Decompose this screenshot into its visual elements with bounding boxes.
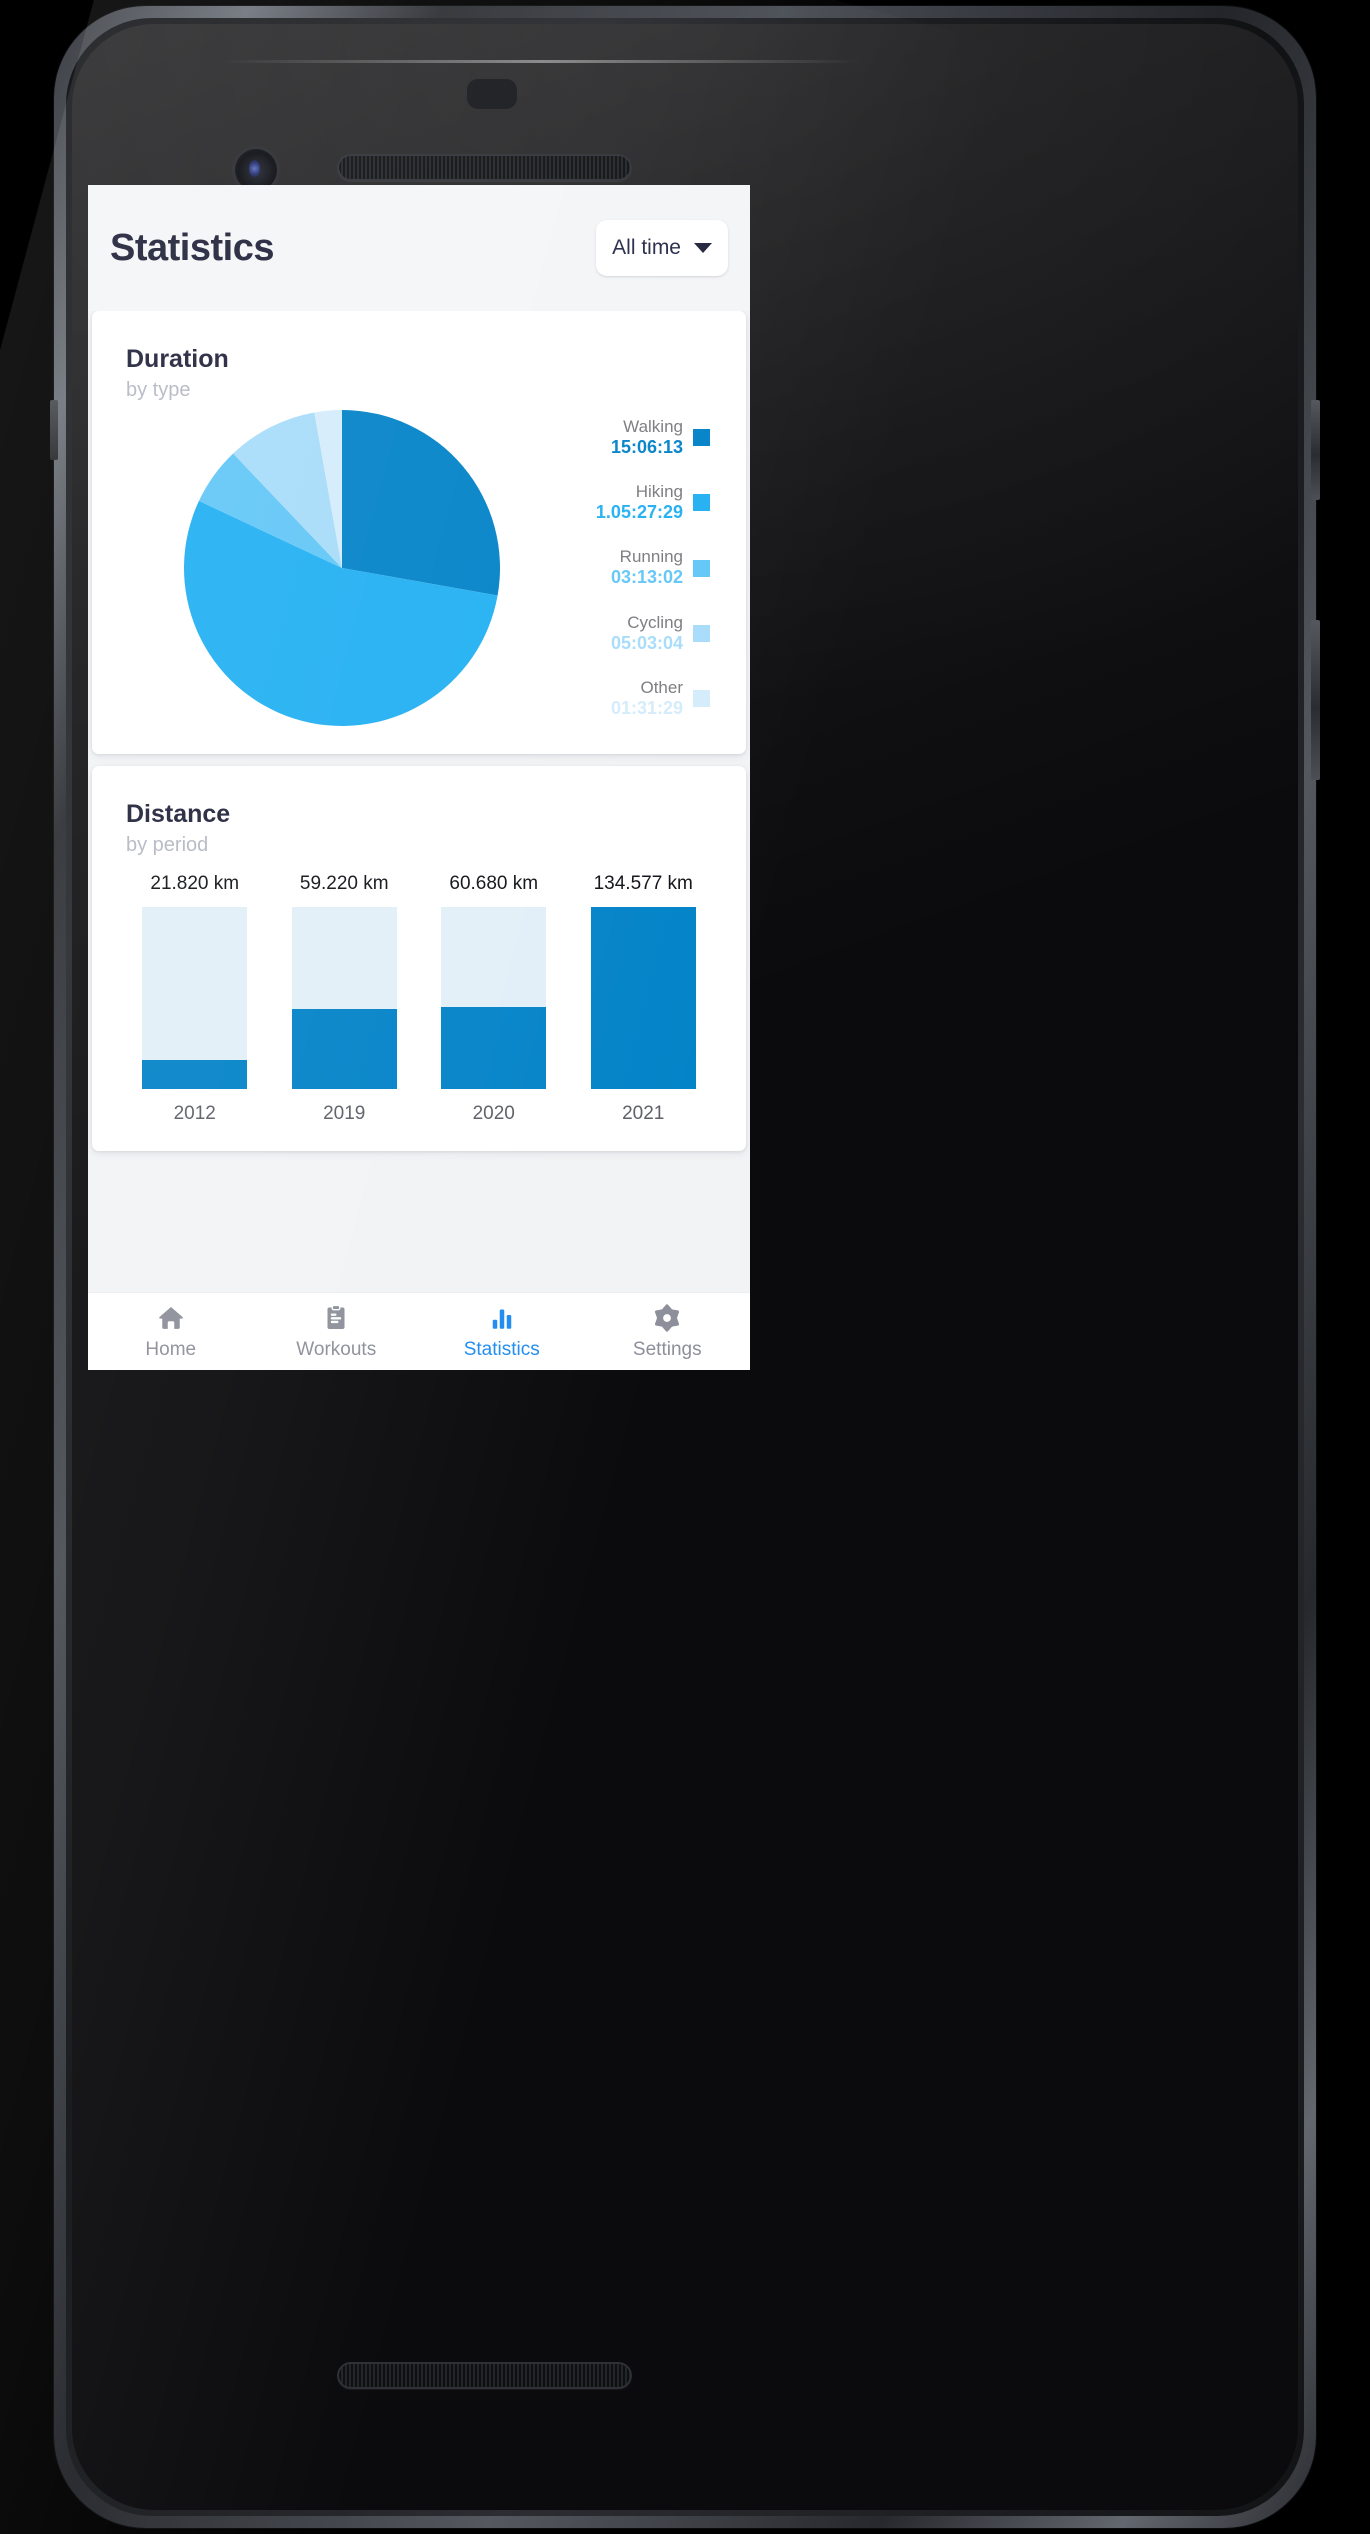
distance-bar-chart: 21.820 km 2012 59.220 km 2019 60.680 km 2020 1… xyxy=(126,873,712,1125)
legend-item-value: 05:03:04 xyxy=(610,632,683,653)
legend-color-swatch xyxy=(693,494,710,512)
bar-value-label: 134.577 km xyxy=(593,873,693,894)
duration-chart-body: Walking 15:06:13 Hiking 1.05:27:29 Running 03… xyxy=(126,408,712,728)
legend-item-label: Running xyxy=(619,547,683,567)
legend-item-text: Cycling 05:03:04 xyxy=(611,613,683,654)
period-filter-value: All time xyxy=(612,236,681,259)
distance-card-title: Distance xyxy=(126,800,231,828)
power-button[interactable] xyxy=(1311,400,1320,500)
bar-fill xyxy=(590,907,696,1089)
gear-icon xyxy=(655,1303,680,1332)
bar-column[interactable]: 21.820 km 2012 xyxy=(126,873,264,1125)
legend-item[interactable]: Cycling 05:03:04 xyxy=(557,613,710,654)
app-root: Statistics All time Duration by type Wal… xyxy=(88,185,750,1370)
phone-screen: Statistics All time Duration by type Wal… xyxy=(88,185,750,1370)
bar-category-label: 2019 xyxy=(323,1103,366,1124)
distance-card-subtitle: by period xyxy=(126,834,209,856)
legend-color-swatch xyxy=(693,690,710,708)
volume-button[interactable] xyxy=(1311,620,1320,780)
bar-track xyxy=(441,907,547,1089)
legend-item-label: Hiking xyxy=(635,482,683,502)
bar-value-label: 60.680 km xyxy=(449,873,539,894)
bar-category-label: 2020 xyxy=(472,1103,515,1124)
home-icon xyxy=(158,1306,183,1329)
legend-item[interactable]: Other 01:31:29 xyxy=(557,678,710,719)
duration-card-title: Duration xyxy=(126,345,229,373)
bar-track xyxy=(590,907,696,1089)
bezel-top-line xyxy=(222,60,862,63)
legend-item[interactable]: Running 03:13:02 xyxy=(557,547,710,588)
legend-item-text: Walking 15:06:13 xyxy=(611,417,683,458)
nav-item-label: Home xyxy=(145,1338,197,1360)
bar-fill xyxy=(291,1008,397,1089)
pie-chart-container xyxy=(126,408,557,728)
legend-color-swatch xyxy=(693,559,710,577)
bar-track xyxy=(142,907,248,1089)
proximity-sensor xyxy=(467,79,517,109)
bar-category-label: 2021 xyxy=(622,1103,665,1124)
bar-category-label: 2012 xyxy=(173,1103,216,1124)
nav-item-label: Settings xyxy=(632,1338,702,1360)
screenshot-stage: Statistics All time Duration by type Wal… xyxy=(0,0,1370,2534)
legend-item[interactable]: Walking 15:06:13 xyxy=(557,417,710,458)
bar-fill xyxy=(441,1006,547,1089)
period-filter-dropdown[interactable]: All time xyxy=(596,220,728,276)
legend-item-label: Other xyxy=(640,677,683,697)
legend-color-swatch xyxy=(693,624,710,642)
bottom-speaker xyxy=(337,2362,632,2389)
clipboard-icon xyxy=(327,1304,345,1329)
nav-item-settings[interactable]: Settings xyxy=(585,1303,751,1361)
duration-card: Duration by type Walking 15:06:13 Hiking 1.… xyxy=(92,311,746,754)
nav-item-workouts[interactable]: Workouts xyxy=(254,1303,420,1361)
legend-color-swatch xyxy=(693,428,710,446)
bar-fill xyxy=(142,1059,248,1089)
bar-value-label: 59.220 km xyxy=(299,873,389,894)
legend-item-text: Running 03:13:02 xyxy=(611,547,683,588)
nav-item-label: Workouts xyxy=(296,1338,377,1360)
sim-tray xyxy=(50,400,58,460)
nav-item-label: Statistics xyxy=(463,1338,540,1360)
legend-item-label: Cycling xyxy=(627,612,683,632)
bar-column[interactable]: 134.577 km 2021 xyxy=(575,873,713,1125)
legend-item-text: Other 01:31:29 xyxy=(611,678,683,719)
legend-item-value: 1.05:27:29 xyxy=(595,502,683,523)
nav-item-statistics[interactable]: Statistics xyxy=(419,1303,585,1361)
bar-column[interactable]: 60.680 km 2020 xyxy=(425,873,563,1125)
bar-value-label: 21.820 km xyxy=(150,873,240,894)
earpiece-speaker xyxy=(337,154,632,181)
distance-card: Distance by period 21.820 km 2012 59.220 k… xyxy=(92,766,746,1151)
bar-column[interactable]: 59.220 km 2019 xyxy=(276,873,414,1125)
duration-legend: Walking 15:06:13 Hiking 1.05:27:29 Running 03… xyxy=(557,417,712,719)
legend-item-value: 01:31:29 xyxy=(610,697,683,718)
bar-chart-columns: 21.820 km 2012 59.220 km 2019 60.680 km 2020 1… xyxy=(126,873,712,1125)
chevron-down-icon xyxy=(694,243,712,253)
pie-slice[interactable] xyxy=(341,410,500,596)
bar-chart-icon xyxy=(492,1309,511,1329)
legend-item[interactable]: Hiking 1.05:27:29 xyxy=(557,482,710,523)
duration-card-subtitle: by type xyxy=(126,379,191,401)
page-title: Statistics xyxy=(110,226,274,269)
legend-item-value: 03:13:02 xyxy=(610,567,683,588)
bar-track xyxy=(291,907,397,1089)
nav-item-home[interactable]: Home xyxy=(88,1303,254,1361)
bottom-navigation: Home Workouts Statistics Settings xyxy=(88,1292,750,1370)
legend-item-label: Walking xyxy=(623,416,683,436)
duration-pie-chart xyxy=(183,410,500,726)
app-header: Statistics All time xyxy=(88,185,750,311)
legend-item-text: Hiking 1.05:27:29 xyxy=(596,482,683,523)
legend-item-value: 15:06:13 xyxy=(610,436,683,457)
content-scroll-area[interactable]: Duration by type Walking 15:06:13 Hiking 1.… xyxy=(88,311,750,1292)
